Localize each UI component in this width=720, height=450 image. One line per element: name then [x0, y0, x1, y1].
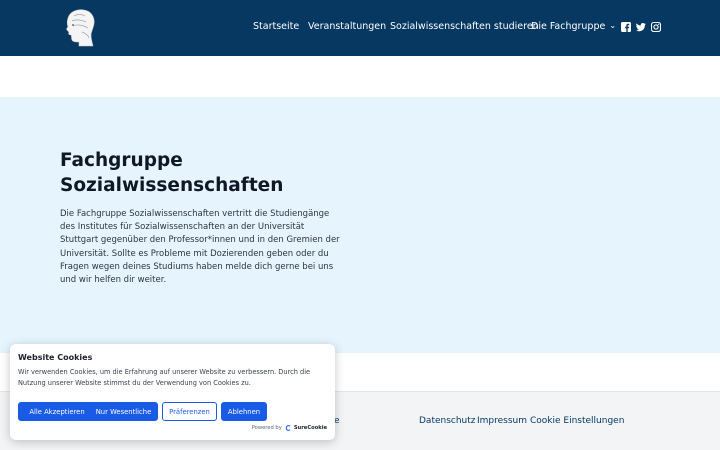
- head-profile-logo-icon: [66, 9, 95, 47]
- facebook-icon[interactable]: [621, 22, 631, 32]
- twitter-icon[interactable]: [636, 22, 646, 32]
- essential-cookies-only-button[interactable]: Nur Wesentliche: [89, 402, 158, 421]
- footer-link-datenschutz[interactable]: Datenschutz: [419, 416, 476, 426]
- powered-by: Powered by SureCookie: [252, 425, 327, 431]
- site-logo[interactable]: [62, 8, 98, 48]
- cookie-banner-title: Website Cookies: [18, 353, 93, 362]
- hero-section: Fachgruppe Sozialwissenschaften Die Fach…: [0, 97, 720, 353]
- nav-startseite[interactable]: Startseite: [253, 21, 299, 32]
- cookie-banner: Website Cookies Wir verwenden Cookies, u…: [10, 344, 335, 440]
- powered-by-brand: SureCookie: [293, 425, 327, 431]
- header-spacer: [0, 56, 720, 97]
- accept-all-cookies-button[interactable]: Alle Akzeptieren: [18, 402, 96, 421]
- nav-veranstaltungen[interactable]: Veranstaltungen: [308, 21, 386, 32]
- hero-description: Die Fachgruppe Sozialwissenschaften vert…: [60, 209, 340, 286]
- chevron-down-icon: ⌄: [609, 21, 617, 30]
- powered-by-label: Powered by: [251, 425, 282, 431]
- decline-cookies-button[interactable]: Ablehnen: [221, 402, 267, 421]
- nav-die-fachgruppe-label: Die Fachgruppe: [531, 21, 606, 32]
- instagram-icon[interactable]: [651, 22, 661, 32]
- cookie-preferences-button[interactable]: Präferenzen: [162, 402, 217, 421]
- page-title: Fachgruppe Sozialwissenschaften: [60, 150, 284, 196]
- nav-sozialwissenschaften-studieren[interactable]: Sozialwissenschaften studieren: [390, 21, 539, 32]
- cookie-banner-text: Wir verwenden Cookies, um die Erfahrung …: [18, 368, 311, 387]
- footer-link-impressum[interactable]: Impressum: [477, 416, 527, 426]
- surecookie-logo-icon: [285, 425, 291, 431]
- nav-die-fachgruppe[interactable]: Die Fachgruppe ⌄: [531, 21, 616, 32]
- site-header: Startseite Veranstaltungen Sozialwissens…: [0, 0, 720, 56]
- footer-link-cookie-einstellungen[interactable]: Cookie Einstellungen: [530, 416, 624, 426]
